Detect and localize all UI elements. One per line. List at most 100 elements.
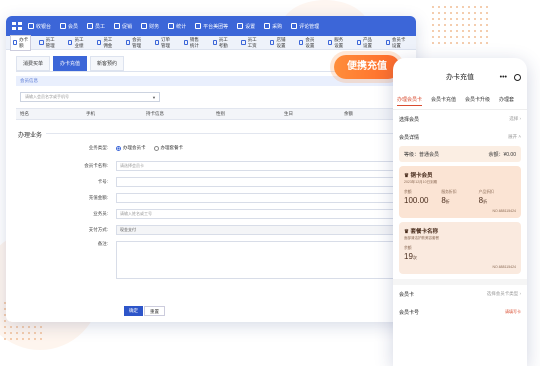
staff-input[interactable]: 请输入姓名或工号 xyxy=(116,209,396,219)
nav-promo[interactable]: 促销 xyxy=(114,23,132,30)
card-no-row: 卡号: xyxy=(66,177,396,187)
phone-tab-recharge[interactable]: 会员卡充值 xyxy=(431,96,456,103)
amount-row: 充值金额: xyxy=(66,193,396,203)
menu-item[interactable]: 员工业绩 xyxy=(66,36,89,50)
menu-item[interactable]: 会员管理 xyxy=(124,36,147,50)
tab-checkout[interactable]: 消费买单 xyxy=(16,56,51,71)
remark-textarea[interactable] xyxy=(116,241,396,279)
nav-icon xyxy=(114,23,121,29)
nav-settings[interactable]: 设置 xyxy=(237,23,255,30)
nav-icon xyxy=(168,23,175,29)
menu-icon xyxy=(39,40,44,45)
nav-icon xyxy=(60,23,67,29)
phone-header: 办卡充值 ••• xyxy=(393,58,527,96)
radio-icon xyxy=(153,145,159,151)
card-type-row[interactable]: 会员卡 选择会员卡类型 › xyxy=(393,285,527,303)
nav-staff[interactable]: 员工 xyxy=(87,23,105,30)
crown-icon: ♛ xyxy=(404,229,409,235)
menu-icon xyxy=(270,40,275,45)
menu-icon xyxy=(97,40,102,45)
member-level-bar: 等级：普通会员 余额：¥0.00 xyxy=(399,146,521,162)
nav-platform[interactable]: 平台美团等 xyxy=(195,23,228,30)
card-no-row-phone[interactable]: 会员卡号 请填写卡 xyxy=(393,303,527,321)
col-cardinfo: 持卡信息 xyxy=(146,111,164,116)
business-divider xyxy=(20,133,410,134)
business-type-row: 业务类型: 办理会员卡 办理套餐卡 xyxy=(66,145,191,151)
radio-package-card[interactable]: 办理套餐卡 xyxy=(153,145,183,151)
card-no-input[interactable] xyxy=(116,177,396,187)
menu-item[interactable]: 订单管理 xyxy=(153,36,176,50)
select-member-row[interactable]: 选择会员 选择 › xyxy=(393,110,527,128)
menu-icon xyxy=(154,40,160,45)
nav-cashier[interactable]: 收银台 xyxy=(28,23,51,30)
member-detail-row[interactable]: 会员详情 展开 ˄ xyxy=(393,128,527,146)
menu-item[interactable]: 员工考勤 xyxy=(211,36,234,50)
card-name-input[interactable]: 请选择会员卡 xyxy=(116,161,396,171)
nav-finance[interactable]: 财务 xyxy=(141,23,159,30)
type-label: 业务类型: xyxy=(88,145,108,150)
phone-tab-upgrade[interactable]: 会员卡升级 xyxy=(465,96,490,103)
phone-tab-new-card[interactable]: 办理会员卡 xyxy=(397,96,423,106)
submit-button[interactable]: 确定 xyxy=(124,306,143,316)
menu-icon xyxy=(241,40,246,45)
package-card[interactable]: ♛ 套餐卡名称 面部清洁护肤美容套餐 余额 19次 NO.688115424 xyxy=(399,222,521,274)
staff-row: 业务员: 请输入姓名或工号 xyxy=(66,209,396,219)
tab-booking[interactable]: 新客预约 xyxy=(90,56,125,71)
menu-item[interactable]: 员工佣金 xyxy=(95,36,118,50)
menu-icon xyxy=(299,40,304,45)
business-title: 办理业务 xyxy=(18,130,47,139)
nav-stats[interactable]: 统计 xyxy=(168,23,186,30)
menu-item[interactable]: 会员设置 xyxy=(297,36,320,50)
member-table-header: 姓名 手机 持卡信息 性别 生日 余额 xyxy=(16,108,406,120)
menu-icon xyxy=(126,40,131,45)
menu-item[interactable]: 销售统计 xyxy=(182,36,205,50)
nav-reviews[interactable]: 评论管理 xyxy=(291,23,319,30)
menu-icon xyxy=(356,40,362,45)
amount-input[interactable] xyxy=(116,193,396,203)
phone-title: 办卡充值 xyxy=(446,74,474,81)
nav-icon xyxy=(291,23,298,29)
chevron-right-icon: › xyxy=(519,291,522,296)
nav-purchase[interactable]: 采购 xyxy=(264,23,282,30)
pay-method-select[interactable]: 现金支付 xyxy=(116,225,396,235)
phone-tab-package[interactable]: 办理套 xyxy=(499,96,514,103)
menu-icon xyxy=(68,40,73,45)
nav-icon xyxy=(87,23,94,29)
menu-item[interactable]: 员工工资 xyxy=(239,36,262,50)
phone-mockup: 办卡充值 ••• 办理会员卡 会员卡充值 会员卡升级 办理套 选择会员 选择 ›… xyxy=(393,58,527,366)
crown-icon: ♛ xyxy=(404,173,409,179)
menu-item[interactable]: 服务设置 xyxy=(326,36,349,50)
more-icon[interactable]: ••• xyxy=(500,74,507,81)
nav-member[interactable]: 会员 xyxy=(60,23,78,30)
member-search-select[interactable]: 请输入会员名字或手机号 ▼ xyxy=(20,92,160,102)
menu-item[interactable]: 会员卡设置 xyxy=(384,36,410,50)
caret-down-icon: ▼ xyxy=(152,95,156,100)
chevron-up-icon: ˄ xyxy=(518,134,521,139)
menu-item[interactable]: 办卡额 xyxy=(10,34,32,51)
reset-button[interactable]: 重置 xyxy=(144,306,165,316)
member-card-bronze[interactable]: ♛ 铜卡会员 2023年12月10日到期 余额 100.00 服务折扣 8折 产品折… xyxy=(399,166,521,218)
phone-tabs: 办理会员卡 会员卡充值 会员卡升级 办理套 xyxy=(393,96,527,110)
module-menubar: 办卡额 员工管理 员工业绩 员工佣金 会员管理 订单管理 销售统计 员工考勤 员… xyxy=(6,34,416,51)
member-select-placeholder: 请输入会员名字或手机号 xyxy=(25,94,69,99)
col-birthday: 生日 xyxy=(284,111,293,116)
top-navigation: 收银台 会员 员工 促销 财务 统计 平台美团等 设置 采购 评论管理 xyxy=(6,16,416,36)
screenshot-stage: 收银台 会员 员工 促销 财务 统计 平台美团等 设置 采购 评论管理 办卡额 … xyxy=(0,0,540,366)
menu-item[interactable]: 员工管理 xyxy=(37,36,60,50)
portable-recharge-badge: 便携充值 xyxy=(334,55,400,79)
close-miniapp-icon[interactable] xyxy=(514,73,521,81)
nav-icon xyxy=(141,23,148,29)
tab-recharge[interactable]: 办卡充值 xyxy=(53,56,88,71)
radio-member-card[interactable]: 办理会员卡 xyxy=(116,145,146,151)
card-name-row: 会员卡名称: 请选择会员卡 xyxy=(66,161,396,171)
remark-row: 备注: xyxy=(66,241,396,279)
menu-icon xyxy=(183,40,188,45)
col-gender: 性别 xyxy=(216,111,225,116)
menu-item[interactable]: 店铺设置 xyxy=(268,36,291,50)
chevron-right-icon: › xyxy=(519,116,522,121)
menu-icon xyxy=(385,40,390,45)
menu-item[interactable]: 产品设置 xyxy=(355,36,378,50)
apps-icon[interactable] xyxy=(12,22,22,30)
nav-icon xyxy=(28,23,34,29)
dot-pattern xyxy=(430,4,490,44)
